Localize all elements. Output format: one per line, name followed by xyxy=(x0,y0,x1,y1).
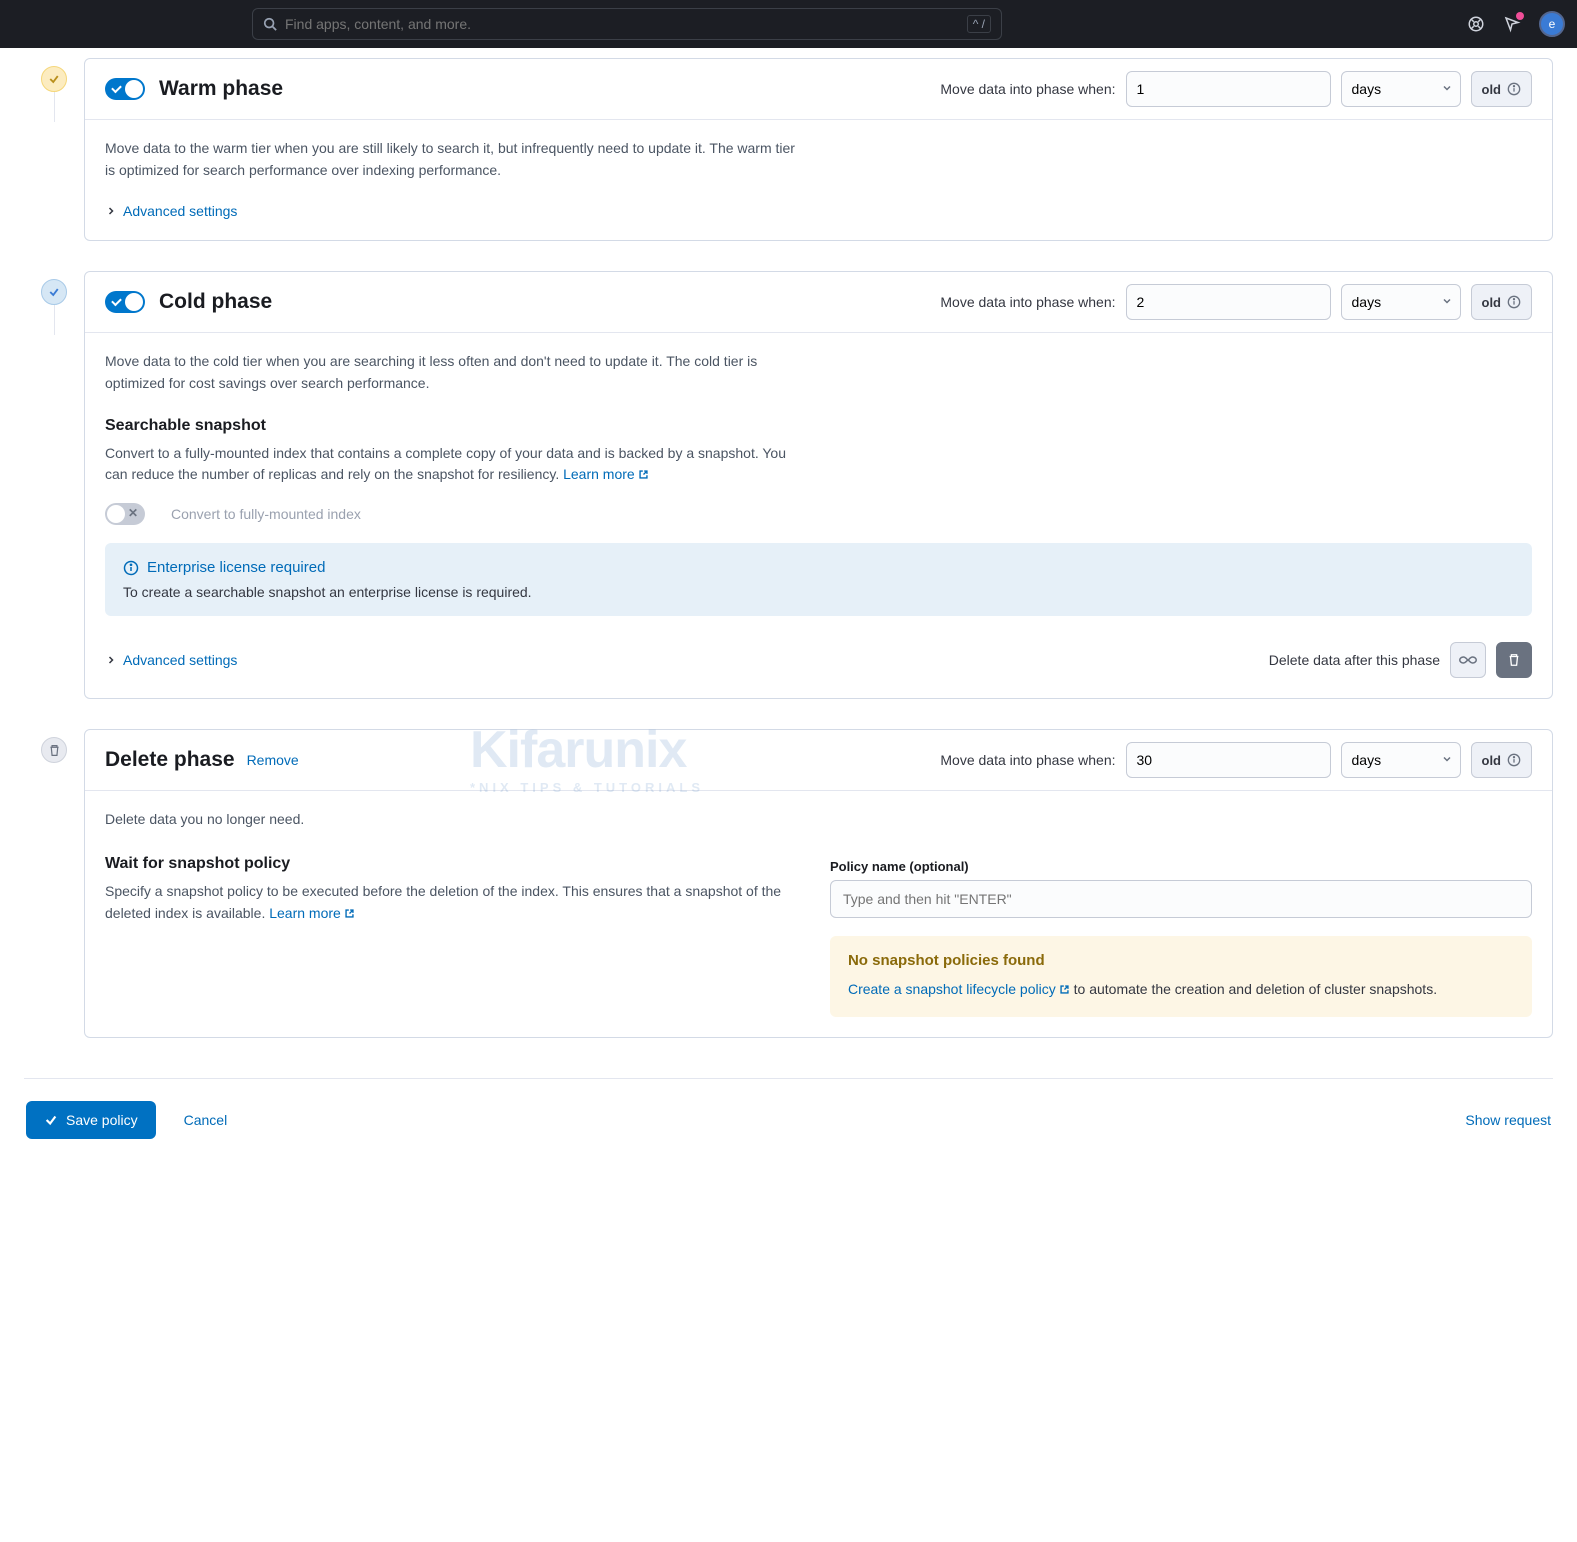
check-icon xyxy=(44,1113,58,1127)
wait-snapshot-heading: Wait for snapshot policy xyxy=(105,855,790,873)
newsfeed-icon[interactable] xyxy=(1503,15,1521,33)
license-callout-body: To create a searchable snapshot an enter… xyxy=(123,584,1514,600)
timeline-badge-cold xyxy=(41,279,67,305)
delete-after-label: Delete data after this phase xyxy=(1269,652,1440,668)
trash-icon xyxy=(1507,653,1521,667)
warm-phase-title: Warm phase xyxy=(159,77,283,101)
policy-name-input[interactable] xyxy=(830,880,1532,918)
warm-age-unit-select[interactable]: days xyxy=(1341,71,1461,107)
old-badge: old xyxy=(1471,71,1533,107)
move-label: Move data into phase when: xyxy=(940,81,1115,97)
cold-phase-card: Cold phase Move data into phase when: da… xyxy=(84,271,1553,699)
infinity-icon xyxy=(1459,651,1477,669)
chevron-right-icon xyxy=(105,654,117,666)
cold-phase-description: Move data to the cold tier when you are … xyxy=(105,351,805,394)
trash-icon xyxy=(48,744,61,757)
search-icon xyxy=(263,17,277,31)
learn-more-link[interactable]: Learn more xyxy=(563,466,649,482)
learn-more-link[interactable]: Learn more xyxy=(269,905,355,921)
license-callout-title: Enterprise license required xyxy=(147,559,325,576)
move-label: Move data into phase when: xyxy=(940,752,1115,768)
warm-age-input[interactable] xyxy=(1126,71,1331,107)
help-icon[interactable] xyxy=(1467,15,1485,33)
warm-phase-toggle[interactable] xyxy=(105,78,145,100)
search-shortcut: ^ / xyxy=(967,15,991,33)
external-link-icon xyxy=(638,469,649,480)
cold-age-unit-select[interactable]: days xyxy=(1341,284,1461,320)
external-link-icon xyxy=(1059,984,1070,995)
info-icon xyxy=(1507,82,1521,96)
move-label: Move data into phase when: xyxy=(940,294,1115,310)
no-policies-title: No snapshot policies found xyxy=(848,952,1514,969)
cold-age-input[interactable] xyxy=(1126,284,1331,320)
delete-phase-description: Delete data you no longer need. xyxy=(105,809,805,831)
external-link-icon xyxy=(344,908,355,919)
create-policy-link[interactable]: Create a snapshot lifecycle policy xyxy=(848,981,1070,997)
chevron-right-icon xyxy=(105,205,117,217)
info-icon xyxy=(1507,753,1521,767)
old-badge: old xyxy=(1471,742,1533,778)
cold-phase-toggle[interactable] xyxy=(105,291,145,313)
info-icon xyxy=(1507,295,1521,309)
warm-phase-card: Warm phase Move data into phase when: da… xyxy=(84,58,1553,241)
convert-toggle-label: Convert to fully-mounted index xyxy=(171,506,361,522)
cold-advanced-settings-link[interactable]: Advanced settings xyxy=(105,652,237,668)
warm-phase-description: Move data to the warm tier when you are … xyxy=(105,138,805,181)
check-icon xyxy=(48,286,60,298)
delete-age-input[interactable] xyxy=(1126,742,1331,778)
delete-phase-title: Delete phase xyxy=(105,748,235,772)
no-policies-callout: No snapshot policies found Create a snap… xyxy=(830,936,1532,1017)
create-policy-tail: to automate the creation and deletion of… xyxy=(1070,981,1437,997)
old-badge: old xyxy=(1471,284,1533,320)
policy-name-label: Policy name (optional) xyxy=(830,859,1532,874)
check-icon xyxy=(48,73,60,85)
info-icon xyxy=(123,560,139,576)
cold-phase-title: Cold phase xyxy=(159,290,272,314)
show-request-button[interactable]: Show request xyxy=(1465,1112,1551,1128)
remove-phase-link[interactable]: Remove xyxy=(247,752,299,768)
notification-dot xyxy=(1516,12,1524,20)
delete-phase-card: Delete phase Remove Move data into phase… xyxy=(84,729,1553,1038)
user-avatar[interactable]: e xyxy=(1539,11,1565,37)
warm-advanced-settings-link[interactable]: Advanced settings xyxy=(105,203,237,219)
save-policy-button[interactable]: Save policy xyxy=(26,1101,156,1139)
bottom-bar: Save policy Cancel Show request xyxy=(24,1078,1553,1139)
searchable-snapshot-heading: Searchable snapshot xyxy=(105,417,1532,435)
delete-age-unit-select[interactable]: days xyxy=(1341,742,1461,778)
search-input[interactable] xyxy=(285,16,967,32)
searchable-snapshot-description: Convert to a fully-mounted index that co… xyxy=(105,443,805,487)
convert-toggle[interactable]: ✕ xyxy=(105,503,145,525)
license-callout: Enterprise license required To create a … xyxy=(105,543,1532,616)
timeline-badge-delete xyxy=(41,737,67,763)
delete-after-button[interactable] xyxy=(1496,642,1532,678)
keep-data-button[interactable] xyxy=(1450,642,1486,678)
cancel-button[interactable]: Cancel xyxy=(184,1112,228,1128)
global-search[interactable]: ^ / xyxy=(252,8,1002,40)
timeline-badge-warm xyxy=(41,66,67,92)
topbar: ^ / e xyxy=(0,0,1577,48)
wait-snapshot-description: Specify a snapshot policy to be executed… xyxy=(105,881,790,925)
